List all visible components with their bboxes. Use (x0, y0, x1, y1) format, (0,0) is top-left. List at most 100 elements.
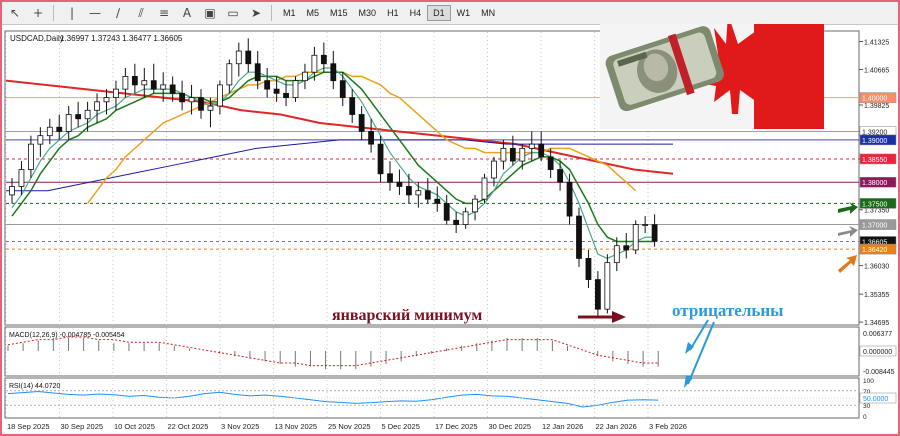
candle-body (566, 181, 573, 217)
macd-tick-label: -0.008445 (863, 369, 895, 376)
text-label-icon[interactable]: ▣ (200, 4, 220, 22)
candle-body (339, 80, 346, 98)
candle-body (207, 105, 214, 111)
text-icon[interactable]: A (177, 4, 197, 22)
timeframe-h4[interactable]: H4 (405, 6, 427, 20)
candle-body (528, 143, 535, 149)
candle-body (198, 97, 204, 111)
price-level-labels: 1.400001.392001.390001.385501.380001.375… (859, 92, 897, 255)
candle-body (557, 169, 563, 183)
candle-body (547, 156, 554, 170)
rsi-tick-label: 30 (863, 403, 871, 410)
time-axis-label: 3 Nov 2025 (221, 422, 259, 431)
timeframe-m1[interactable]: M1 (278, 6, 301, 20)
vertical-line-icon[interactable]: | (62, 4, 82, 22)
ma-light-green-line (11, 67, 655, 260)
candle-body (46, 126, 53, 137)
candle-body (302, 71, 308, 82)
candle-body (131, 76, 138, 86)
candle-body (462, 211, 469, 225)
candle-body (9, 186, 15, 196)
orange-arrow-icon (838, 255, 857, 273)
candle-body (368, 131, 375, 145)
candle-body (75, 114, 82, 120)
candle-body (160, 84, 167, 90)
time-axis-label: 22 Oct 2025 (168, 422, 209, 431)
candle-body (387, 173, 393, 183)
time-axis-label: 13 Nov 2025 (275, 422, 318, 431)
timeframe-h1[interactable]: H1 (382, 6, 404, 20)
rectangle-icon[interactable]: ▭ (223, 4, 243, 22)
time-axis[interactable]: 18 Sep 2025 30 Sep 2025 10 Oct 2025 22 Oct … (7, 422, 687, 431)
arrow-icon[interactable]: ➤ (246, 4, 266, 22)
candle-body (292, 80, 299, 98)
rsi-tick-label: 100 (863, 378, 874, 385)
crosshair-icon[interactable]: + (28, 4, 48, 22)
candle-body (585, 258, 592, 280)
price-tick-label: 1.35355 (864, 292, 889, 299)
price-level-label: 1.37500 (862, 201, 887, 208)
right-arrows (838, 202, 858, 273)
ma-blue-line (6, 139, 673, 192)
horizontal-line-icon[interactable]: — (85, 4, 105, 22)
time-axis-label: 30 Dec 2025 (489, 422, 532, 431)
candle-body (613, 245, 620, 264)
candle-body (141, 80, 148, 86)
candle-body (273, 88, 280, 94)
negative-label: отрицательны (672, 301, 783, 320)
january-low-arrow (578, 311, 626, 323)
january-low-label: январский минимум (332, 307, 482, 324)
trendline-icon[interactable]: ∕ (108, 4, 128, 22)
chart-title: USDCAD,Daily (10, 34, 64, 43)
price-level-label: 1.40000 (862, 96, 887, 103)
toolbar-separator (271, 5, 272, 21)
candle-body (632, 224, 639, 251)
time-axis-label: 25 Nov 2025 (328, 422, 371, 431)
price-level-label: 1.38550 (862, 157, 887, 164)
candle-body (405, 186, 412, 196)
rsi-axis: 1007030050.0000 (6, 378, 897, 421)
candle-body (396, 181, 403, 187)
candle-body (103, 97, 110, 103)
candle-body (27, 143, 34, 170)
candle-body (94, 101, 100, 111)
candle-body (519, 147, 526, 162)
candle-body (188, 97, 195, 103)
candle-body (150, 80, 157, 90)
cursor-icon[interactable]: ↖ (5, 4, 25, 22)
timeframe-w1[interactable]: W1 (452, 6, 476, 20)
candle-body (453, 219, 460, 225)
macd-histogram (7, 338, 659, 370)
candle-body (37, 135, 44, 145)
timeframe-m5[interactable]: M5 (302, 6, 325, 20)
timeframe-d1[interactable]: D1 (427, 5, 451, 21)
candle-body (283, 92, 289, 98)
price-tick-label: 1.34695 (864, 320, 889, 327)
candle-body (481, 177, 488, 200)
equidistant-channel-icon[interactable]: ⫽ (131, 4, 151, 22)
candle-body (216, 84, 223, 107)
candle-body (235, 50, 242, 65)
macd-tick-label: 0.006377 (863, 331, 892, 338)
candle-body (443, 202, 450, 221)
price-tick-label: 1.41325 (864, 40, 889, 47)
candle-body (491, 160, 497, 179)
candle-body (642, 224, 649, 226)
toolbar-separator (53, 5, 54, 21)
timeframe-mn[interactable]: MN (476, 6, 500, 20)
price-level-label: 1.38000 (862, 180, 887, 187)
rsi-label: RSI(14) 44.0720 (9, 383, 60, 390)
timeframe-m15[interactable]: M15 (325, 6, 353, 20)
time-axis-label: 12 Jan 2026 (542, 422, 583, 431)
time-axis-label: 3 Feb 2026 (649, 422, 687, 431)
macd-signal-line (7, 336, 659, 367)
candle-body (576, 215, 582, 259)
usd-cad-photo (600, 24, 824, 129)
chart-canvas[interactable]: USDCAD,Daily 1.36997 1.37243 1.36477 1.3… (2, 24, 898, 432)
fibonacci-icon[interactable]: ≡ (154, 4, 174, 22)
timeframe-m30[interactable]: M30 (354, 6, 382, 20)
price-level-label: 1.37000 (862, 223, 887, 230)
price-tick-label: 1.40665 (864, 67, 889, 74)
price-level-label: 1.39000 (862, 138, 887, 145)
rsi-line (7, 391, 659, 408)
